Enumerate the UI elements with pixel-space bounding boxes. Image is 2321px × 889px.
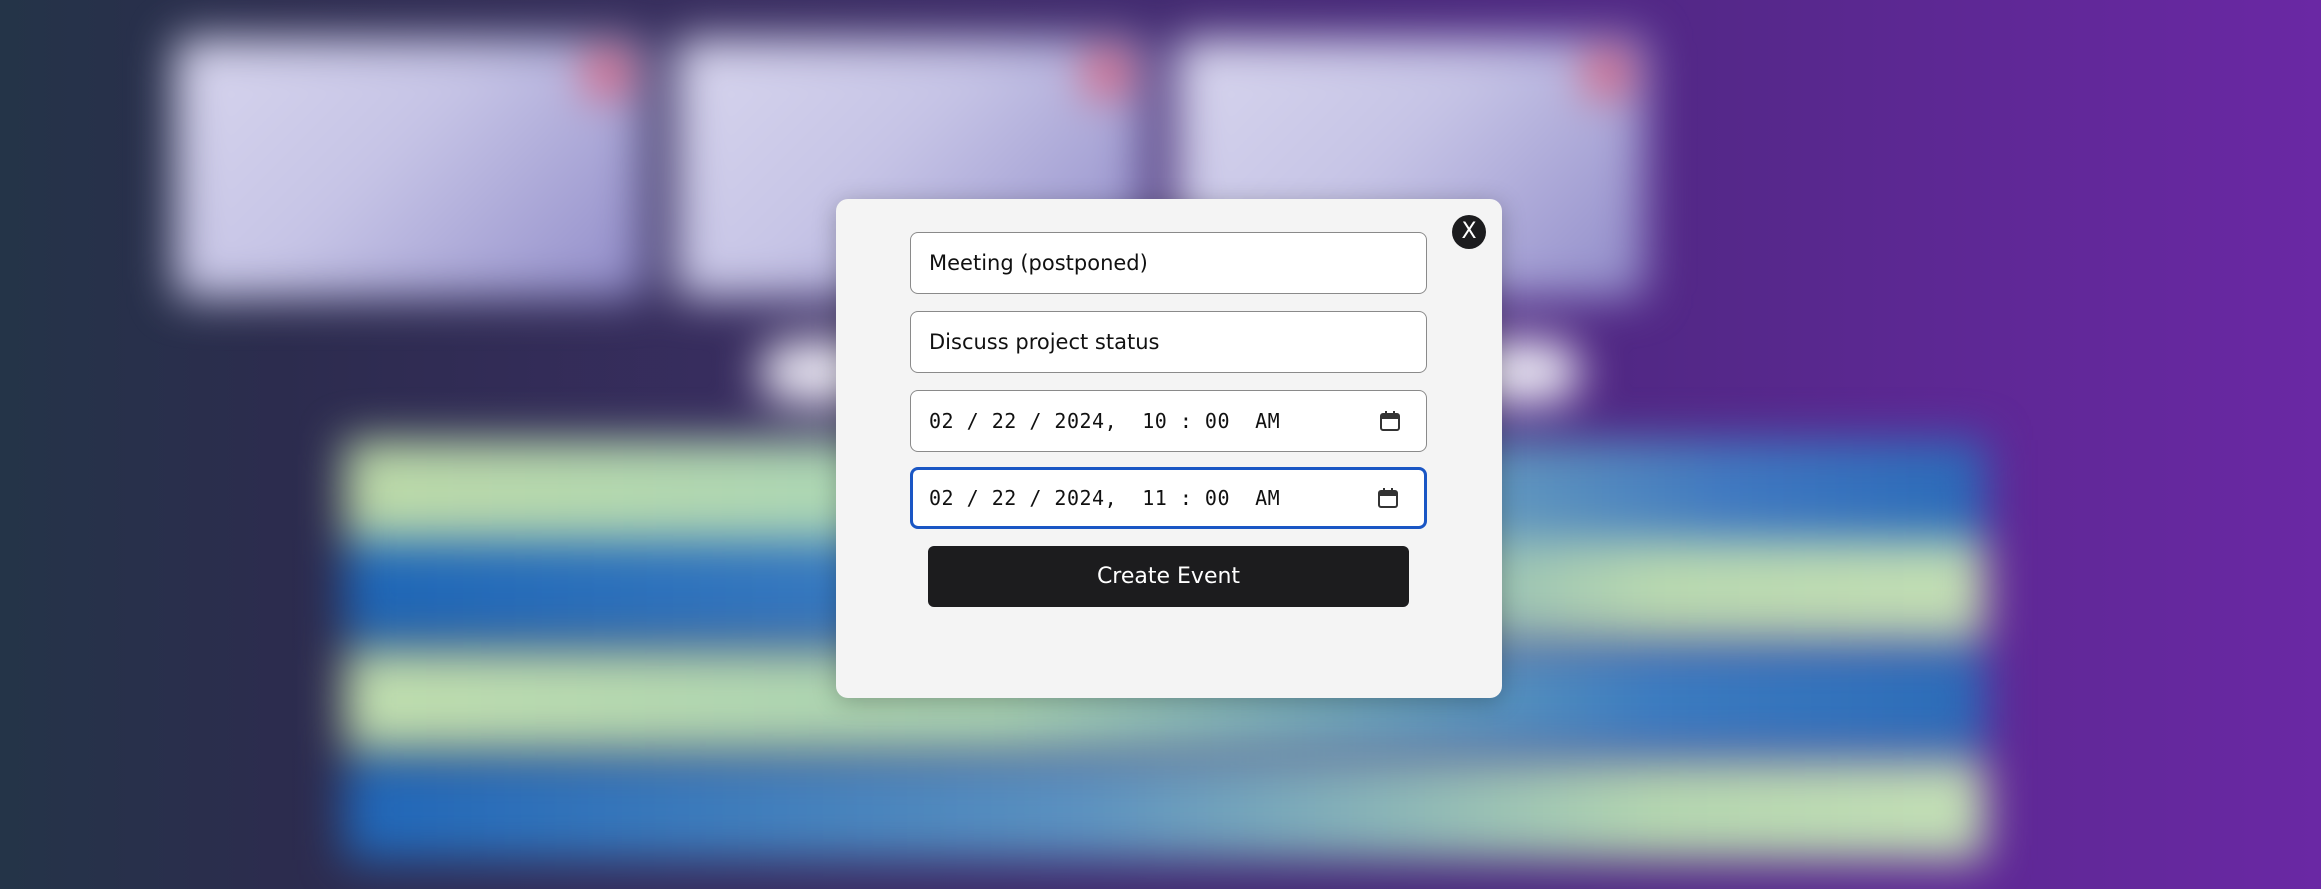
end-separator: ,	[1104, 486, 1118, 510]
end-datetime-input[interactable]: 02 / 22 / 2024, 11 : 00 AM	[910, 467, 1427, 529]
event-title-input[interactable]: Meeting (postponed)	[910, 232, 1427, 294]
app-screen: X Meeting (postponed) Discuss project st…	[0, 0, 2321, 889]
create-event-button[interactable]: Create Event	[928, 546, 1409, 607]
start-time: 10 : 00	[1142, 409, 1231, 433]
end-ampm: AM	[1255, 486, 1281, 510]
background-table-row	[345, 760, 1985, 860]
event-title-value: Meeting (postponed)	[929, 251, 1148, 275]
end-date: 02 / 22 / 2024	[929, 486, 1105, 510]
end-datetime-value: 02 / 22 / 2024, 11 : 00 AM	[929, 486, 1376, 510]
background-event-card	[175, 38, 645, 298]
calendar-icon[interactable]	[1376, 486, 1400, 510]
end-time: 11 : 00	[1142, 486, 1231, 510]
start-separator: ,	[1104, 409, 1118, 433]
start-datetime-value: 02 / 22 / 2024, 10 : 00 AM	[929, 409, 1378, 433]
delete-icon	[1585, 52, 1629, 96]
close-button[interactable]: X	[1452, 215, 1486, 249]
delete-icon	[585, 52, 629, 96]
calendar-icon[interactable]	[1378, 409, 1402, 433]
start-date: 02 / 22 / 2024	[929, 409, 1105, 433]
close-icon: X	[1461, 219, 1477, 244]
event-description-value: Discuss project status	[929, 330, 1160, 354]
start-datetime-input[interactable]: 02 / 22 / 2024, 10 : 00 AM	[910, 390, 1427, 452]
event-description-input[interactable]: Discuss project status	[910, 311, 1427, 373]
start-ampm: AM	[1255, 409, 1281, 433]
create-event-label: Create Event	[1096, 564, 1241, 589]
delete-icon	[1085, 52, 1129, 96]
